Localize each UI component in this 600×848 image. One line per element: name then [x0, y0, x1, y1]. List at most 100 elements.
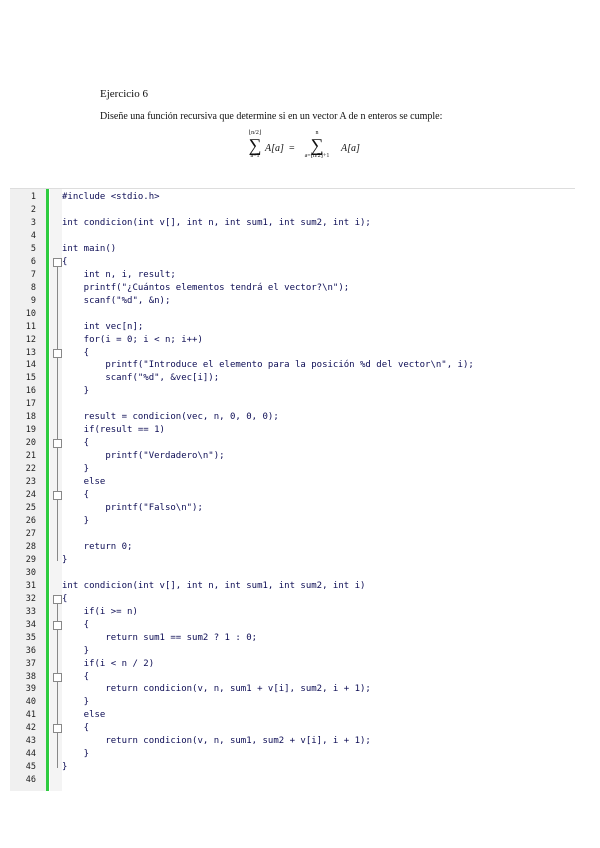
line-number: 8: [30, 282, 36, 293]
code-line[interactable]: printf("Introduce el elemento para la po…: [62, 359, 473, 371]
code-line[interactable]: else: [62, 476, 106, 488]
line-number: 14: [25, 360, 36, 371]
code-line[interactable]: if(result == 1): [62, 424, 165, 436]
code-line[interactable]: }: [62, 463, 89, 475]
line-number: 2: [30, 204, 36, 215]
right-sum: n ∑ a=⌊n/2⌋+1: [297, 130, 337, 160]
code-line[interactable]: }: [62, 554, 67, 566]
fold-line: [57, 733, 58, 756]
fold-toggle[interactable]: [53, 491, 62, 501]
line-number: 46: [25, 775, 36, 786]
code-line[interactable]: {: [62, 671, 89, 683]
code-line[interactable]: }: [62, 385, 89, 397]
code-line[interactable]: scanf("%d", &n);: [62, 295, 171, 307]
line-number: 24: [25, 490, 36, 501]
code-line[interactable]: if(i >= n): [62, 606, 138, 618]
line-number: 12: [25, 334, 36, 345]
line-number: 18: [25, 412, 36, 423]
equals: =: [289, 143, 295, 154]
code-line[interactable]: }: [62, 748, 89, 760]
code-line[interactable]: int main(): [62, 243, 116, 255]
code-line[interactable]: {: [62, 619, 89, 631]
code-line[interactable]: {: [62, 489, 89, 501]
exercise-statement: Diseñe una función recursiva que determi…: [100, 111, 443, 122]
fold-line: [57, 448, 58, 471]
line-number: 29: [25, 554, 36, 565]
code-line[interactable]: }: [62, 515, 89, 527]
line-number: 10: [25, 308, 36, 319]
line-number: 15: [25, 373, 36, 384]
code-line[interactable]: int condicion(int v[], int n, int sum1, …: [62, 217, 371, 229]
fold-toggle[interactable]: [53, 257, 62, 267]
line-number: 45: [25, 762, 36, 773]
sigma: ∑: [310, 135, 324, 155]
code-line[interactable]: #include <stdio.h>: [62, 191, 160, 203]
code-line[interactable]: {: [62, 437, 89, 449]
code-line[interactable]: }: [62, 645, 89, 657]
exercise-title: Ejercicio 6: [100, 88, 148, 100]
change-marker-bar: [46, 189, 49, 791]
code-editor[interactable]: 1 #include <stdio.h> 2 3 int condicion(int v…: [10, 188, 575, 791]
fold-line: [57, 500, 58, 522]
code-line[interactable]: {: [62, 593, 67, 605]
line-number: 4: [30, 230, 36, 241]
line-number: 30: [25, 567, 36, 578]
code-line[interactable]: return 0;: [62, 541, 133, 553]
line-number: 28: [25, 541, 36, 552]
line-number: 20: [25, 438, 36, 449]
line-number: 37: [25, 658, 36, 669]
code-line[interactable]: {: [62, 347, 89, 359]
line-number: 3: [30, 217, 36, 228]
left-term: A[a]: [265, 143, 284, 154]
line-number: 43: [25, 736, 36, 747]
line-number: 34: [25, 619, 36, 630]
code-line[interactable]: return condicion(v, n, sum1, sum2 + v[i]…: [62, 735, 371, 747]
code-line[interactable]: int vec[n];: [62, 321, 144, 333]
line-number: 9: [30, 295, 36, 306]
fold-toggle[interactable]: [53, 439, 62, 449]
code-line[interactable]: if(i < n / 2): [62, 658, 154, 670]
fold-toggle[interactable]: [53, 620, 62, 630]
code-line[interactable]: }: [62, 696, 89, 708]
code-line[interactable]: result = condicion(vec, n, 0, 0, 0);: [62, 411, 279, 423]
line-number: 38: [25, 671, 36, 682]
code-line[interactable]: else: [62, 709, 106, 721]
line-number: 39: [25, 684, 36, 695]
fold-margin: [50, 189, 62, 791]
line-number: 35: [25, 632, 36, 643]
line-number: 32: [25, 593, 36, 604]
line-number: 26: [25, 516, 36, 526]
code-line[interactable]: return sum1 == sum2 ? 1 : 0;: [62, 632, 257, 644]
code-line[interactable]: printf("Verdadero\n");: [62, 450, 224, 462]
fold-toggle[interactable]: [53, 724, 62, 734]
code-line[interactable]: scanf("%d", &vec[i]);: [62, 372, 219, 384]
line-number: 42: [25, 723, 36, 734]
fold-toggle[interactable]: [53, 672, 62, 682]
line-number: 23: [25, 477, 36, 488]
right-term: A[a]: [341, 143, 360, 154]
line-number: 33: [25, 606, 36, 617]
fold-line: [57, 357, 58, 393]
code-line[interactable]: return condicion(v, n, sum1 + v[i], sum2…: [62, 683, 371, 695]
line-number: 25: [25, 503, 36, 514]
fold-toggle[interactable]: [53, 594, 62, 604]
line-number: 36: [25, 645, 36, 656]
fold-toggle[interactable]: [53, 348, 62, 358]
code-line[interactable]: int n, i, result;: [62, 269, 176, 281]
code-line[interactable]: printf("¿Cuántos elementos tendrá el vec…: [62, 282, 350, 294]
line-number: 41: [25, 710, 36, 721]
line-number: 27: [25, 528, 36, 539]
line-number: 7: [30, 269, 36, 280]
fold-line: [57, 629, 58, 652]
line-number: 17: [25, 399, 36, 410]
line-number: 16: [25, 386, 36, 397]
code-line[interactable]: }: [62, 761, 67, 773]
code-line[interactable]: {: [62, 256, 67, 268]
code-line[interactable]: {: [62, 722, 89, 734]
code-line[interactable]: int condicion(int v[], int n, int sum1, …: [62, 580, 365, 592]
sigma: ∑: [248, 135, 262, 155]
code-line[interactable]: printf("Falso\n");: [62, 502, 203, 514]
line-number: 31: [25, 580, 36, 591]
code-line[interactable]: for(i = 0; i < n; i++): [62, 334, 203, 346]
line-number: 19: [25, 425, 36, 436]
